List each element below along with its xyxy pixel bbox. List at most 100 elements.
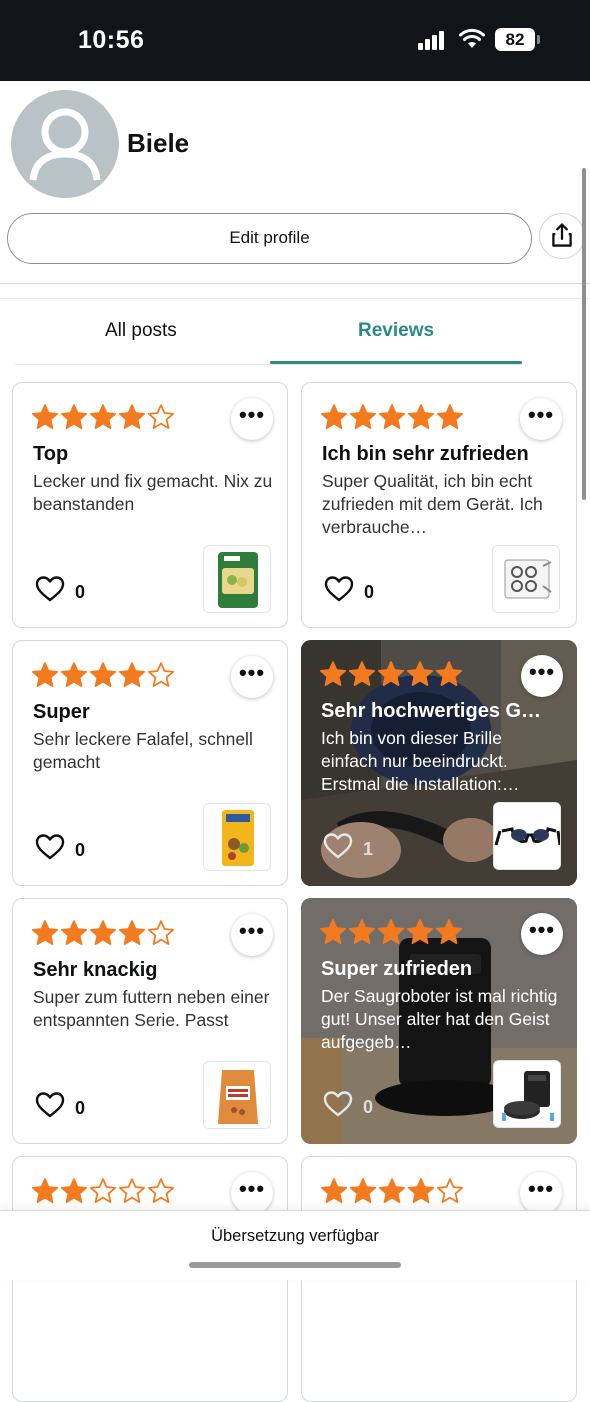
review-title: Super bbox=[33, 701, 90, 723]
divider bbox=[0, 283, 590, 284]
more-options-button[interactable]: ••• bbox=[231, 914, 273, 956]
star-filled-icon bbox=[406, 919, 434, 944]
product-thumbnail[interactable] bbox=[493, 802, 561, 870]
translation-banner[interactable]: Übersetzung verfügbar bbox=[0, 1210, 590, 1280]
more-options-button[interactable]: ••• bbox=[520, 398, 562, 440]
star-filled-icon bbox=[348, 661, 376, 686]
review-card[interactable]: ••• Super zufrieden Der Saugroboter ist ma… bbox=[301, 898, 577, 1144]
like-count: 0 bbox=[363, 1097, 374, 1117]
like-button[interactable]: 0 bbox=[35, 1091, 85, 1123]
product-thumbnail[interactable] bbox=[493, 1060, 561, 1128]
review-card[interactable]: ••• Sehr hochwertiges G… Ich bin von diese… bbox=[301, 640, 577, 886]
star-filled-icon bbox=[89, 920, 117, 945]
smart-glasses-image bbox=[494, 827, 560, 846]
review-card[interactable]: ••• Sehr knackig Super zum futtern neben e… bbox=[12, 898, 288, 1144]
star-filled-icon bbox=[319, 661, 347, 686]
product-thumbnail[interactable] bbox=[203, 545, 271, 613]
more-options-button[interactable]: ••• bbox=[231, 1172, 273, 1214]
person-icon bbox=[29, 108, 101, 181]
tab-all-posts[interactable]: All posts bbox=[105, 320, 177, 342]
star-filled-icon bbox=[320, 1178, 348, 1203]
star-filled-icon bbox=[435, 661, 463, 686]
star-filled-icon bbox=[89, 662, 117, 687]
tab-divider bbox=[15, 364, 522, 365]
star-empty-icon bbox=[89, 1178, 117, 1203]
star-filled-icon bbox=[60, 920, 88, 945]
product-thumbnail[interactable] bbox=[203, 803, 271, 871]
more-options-button[interactable]: ••• bbox=[521, 655, 563, 697]
share-icon bbox=[552, 223, 572, 247]
avatar[interactable] bbox=[11, 90, 119, 198]
product-thumbnail[interactable] bbox=[492, 545, 560, 613]
heart-icon bbox=[324, 576, 354, 602]
star-rating bbox=[31, 1177, 176, 1205]
divider bbox=[0, 298, 590, 299]
review-text: Super zum futtern neben einer entspannte… bbox=[33, 987, 270, 1030]
home-indicator[interactable] bbox=[189, 1262, 401, 1268]
star-rating bbox=[319, 660, 464, 688]
share-button[interactable] bbox=[539, 213, 585, 259]
star-filled-icon bbox=[320, 404, 348, 429]
heart-icon bbox=[35, 1092, 65, 1118]
battery-indicator: 82 bbox=[495, 28, 535, 51]
robot-vacuum-image bbox=[502, 1071, 554, 1121]
star-filled-icon bbox=[89, 404, 117, 429]
star-rating bbox=[320, 1177, 465, 1205]
star-filled-icon bbox=[348, 919, 376, 944]
like-button[interactable]: 0 bbox=[324, 575, 374, 607]
review-card[interactable]: ••• Top Lecker und fix gemacht. Nix zu bea… bbox=[12, 382, 288, 628]
like-button[interactable]: 0 bbox=[35, 833, 85, 865]
star-empty-icon bbox=[147, 1178, 175, 1203]
star-rating bbox=[31, 403, 176, 431]
review-card[interactable]: ••• Ich bin sehr zufrieden Super Qualität,… bbox=[301, 382, 577, 628]
like-button[interactable]: 0 bbox=[35, 575, 85, 607]
star-empty-icon bbox=[147, 662, 175, 687]
star-filled-icon bbox=[378, 1178, 406, 1203]
star-filled-icon bbox=[60, 1178, 88, 1203]
review-card[interactable]: ••• Super Sehr leckere Falafel, schnell ge… bbox=[12, 640, 288, 886]
more-options-button[interactable]: ••• bbox=[521, 913, 563, 955]
star-filled-icon bbox=[406, 661, 434, 686]
review-title: Sehr knackig bbox=[33, 959, 158, 981]
star-filled-icon bbox=[60, 662, 88, 687]
profile-name: Biele bbox=[127, 128, 190, 158]
wifi-icon bbox=[459, 28, 485, 48]
review-title: Super zufrieden bbox=[321, 958, 473, 980]
product-thumbnail[interactable] bbox=[203, 1061, 271, 1129]
status-bar: 10:56 82 bbox=[0, 0, 590, 81]
star-filled-icon bbox=[378, 404, 406, 429]
more-options-button[interactable]: ••• bbox=[520, 1172, 562, 1214]
star-filled-icon bbox=[436, 404, 464, 429]
star-filled-icon bbox=[377, 661, 405, 686]
profile-tabs: All posts Reviews bbox=[15, 300, 575, 366]
heart-icon bbox=[35, 576, 65, 602]
star-rating bbox=[320, 403, 465, 431]
more-options-button[interactable]: ••• bbox=[231, 656, 273, 698]
like-count: 0 bbox=[75, 1098, 86, 1118]
review-title: Ich bin sehr zufrieden bbox=[322, 443, 529, 465]
review-title: Top bbox=[33, 443, 69, 465]
instant-meal-package-image bbox=[218, 552, 258, 608]
more-options-button[interactable]: ••• bbox=[231, 398, 273, 440]
star-filled-icon bbox=[349, 404, 377, 429]
like-button[interactable]: 1 bbox=[323, 832, 373, 864]
like-button[interactable]: 0 bbox=[323, 1090, 373, 1122]
review-text: Ich bin von dieser Brille einfach nur be… bbox=[321, 728, 520, 794]
star-filled-icon bbox=[118, 404, 146, 429]
review-text: Super Qualität, ich bin echt zufrieden m… bbox=[322, 471, 543, 537]
edit-profile-button[interactable]: Edit profile bbox=[7, 213, 532, 264]
like-count: 0 bbox=[75, 582, 86, 602]
battery-tip bbox=[537, 35, 540, 44]
star-filled-icon bbox=[435, 919, 463, 944]
scrollbar[interactable] bbox=[582, 168, 586, 500]
star-filled-icon bbox=[31, 404, 59, 429]
tab-reviews[interactable]: Reviews bbox=[358, 320, 434, 342]
review-title: Sehr hochwertiges G… bbox=[321, 700, 542, 722]
star-filled-icon bbox=[118, 662, 146, 687]
like-count: 0 bbox=[364, 582, 375, 602]
star-filled-icon bbox=[407, 404, 435, 429]
star-filled-icon bbox=[118, 920, 146, 945]
review-text: Lecker und fix gemacht. Nix zu beanstand… bbox=[33, 471, 273, 514]
star-empty-icon bbox=[436, 1178, 464, 1203]
star-filled-icon bbox=[349, 1178, 377, 1203]
